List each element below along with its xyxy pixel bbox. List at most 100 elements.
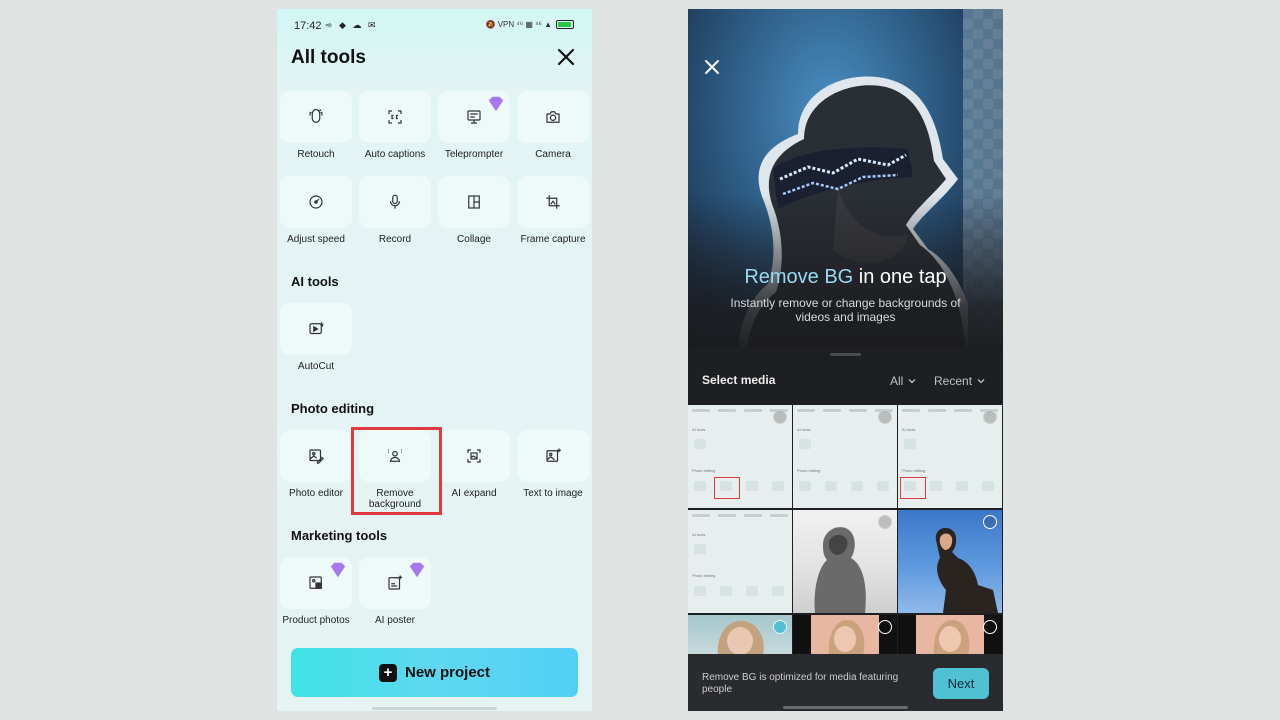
tool-label: AI expand bbox=[451, 488, 497, 499]
select-checkbox[interactable] bbox=[878, 620, 892, 634]
status-network-text: 🔕 VPN ⁴⁶ ▦ ⁴⁶ ▲ bbox=[485, 20, 552, 29]
teleprompter-icon bbox=[438, 91, 510, 143]
tool-label: AI poster bbox=[374, 615, 416, 626]
sheet-title: Select media bbox=[702, 373, 776, 387]
filter-sort-label: Recent bbox=[934, 374, 973, 388]
select-checkbox[interactable] bbox=[983, 515, 997, 529]
product-photos-icon bbox=[280, 557, 352, 609]
tool-adjust-speed[interactable]: Adjust speed bbox=[280, 176, 354, 245]
remove-background-icon bbox=[359, 430, 431, 482]
optimization-hint: Remove BG is optimized for media featuri… bbox=[702, 672, 899, 695]
new-project-button[interactable]: + New project bbox=[291, 648, 578, 697]
media-thumbnail[interactable] bbox=[898, 615, 1002, 655]
all-tools-screen: 17:42 ➾ ◆ ☁ ✉ 🔕 VPN ⁴⁶ ▦ ⁴⁶ ▲ All tools … bbox=[277, 9, 592, 711]
premium-gem-icon bbox=[330, 562, 346, 578]
media-thumbnail[interactable]: AI tools Photo editing bbox=[898, 405, 1002, 508]
media-thumbnail[interactable] bbox=[793, 615, 897, 655]
collage-icon bbox=[438, 176, 510, 228]
filter-sort[interactable]: Recent bbox=[934, 374, 986, 388]
tool-camera[interactable]: Camera bbox=[517, 91, 591, 160]
premium-gem-icon bbox=[488, 96, 504, 112]
hero-title-rest: in one tap bbox=[853, 266, 947, 288]
status-bar: 17:42 ➾ ◆ ☁ ✉ 🔕 VPN ⁴⁶ ▦ ⁴⁶ ▲ bbox=[277, 9, 592, 43]
tool-collage[interactable]: Collage bbox=[438, 176, 512, 245]
media-thumbnail[interactable] bbox=[898, 510, 1002, 613]
select-checkbox[interactable] bbox=[773, 410, 787, 424]
ai-expand-icon bbox=[438, 430, 510, 482]
select-checkbox[interactable] bbox=[983, 620, 997, 634]
chevron-down-icon bbox=[977, 379, 985, 384]
section-title-marketing-tools: Marketing tools bbox=[291, 528, 388, 543]
tool-label: Adjust speed bbox=[287, 234, 345, 245]
next-button[interactable]: Next bbox=[933, 668, 989, 699]
frame-capture-icon bbox=[517, 176, 589, 228]
tool-teleprompter[interactable]: Teleprompter bbox=[438, 91, 512, 160]
section-title-ai-tools: AI tools bbox=[291, 274, 339, 289]
status-time: 17:42 bbox=[294, 20, 322, 32]
premium-gem-icon bbox=[409, 562, 425, 578]
status-notification-icons: ➾ ◆ ☁ ✉ bbox=[325, 20, 378, 30]
tool-auto-captions[interactable]: Auto captions bbox=[359, 91, 433, 160]
status-indicators: 🔕 VPN ⁴⁶ ▦ ⁴⁶ ▲ bbox=[486, 20, 574, 29]
speed-icon bbox=[280, 176, 352, 228]
retouch-icon bbox=[280, 91, 352, 143]
battery-icon bbox=[556, 20, 574, 29]
media-thumbnail[interactable]: AI tools Photo editing bbox=[793, 405, 897, 508]
close-icon[interactable] bbox=[554, 45, 578, 69]
media-thumbnail[interactable] bbox=[793, 510, 897, 613]
hero-banner: Remove BG in one tap Instantly remove or… bbox=[688, 9, 1003, 354]
home-indicator bbox=[783, 706, 908, 709]
close-icon[interactable] bbox=[702, 57, 722, 77]
tool-label: Product photos bbox=[282, 615, 350, 626]
select-checkbox[interactable] bbox=[773, 620, 787, 634]
hero-title-accent: Remove BG bbox=[744, 266, 854, 288]
text-to-image-icon bbox=[517, 430, 589, 482]
captions-icon bbox=[359, 91, 431, 143]
media-thumbnail[interactable]: AI tools Photo editing bbox=[688, 405, 792, 508]
tool-ai-poster[interactable]: AI poster bbox=[359, 557, 433, 626]
filter-media-type[interactable]: All bbox=[890, 374, 917, 388]
select-checkbox[interactable] bbox=[983, 410, 997, 424]
media-thumbnail[interactable] bbox=[688, 615, 792, 655]
autocut-icon bbox=[280, 303, 352, 355]
tool-product-photos[interactable]: Product photos bbox=[280, 557, 354, 626]
tool-label: Collage bbox=[457, 234, 491, 245]
tool-label: Camera bbox=[535, 149, 571, 160]
tool-label: Remove background bbox=[368, 488, 422, 510]
hero-subtitle: Instantly remove or change backgrounds o… bbox=[730, 296, 961, 324]
tool-photo-editor[interactable]: Photo editor bbox=[280, 430, 354, 499]
tool-label: Auto captions bbox=[364, 149, 426, 160]
camera-icon bbox=[517, 91, 589, 143]
microphone-icon bbox=[359, 176, 431, 228]
tool-ai-expand[interactable]: AI expand bbox=[438, 430, 512, 499]
tool-label: Record bbox=[378, 234, 412, 245]
bottom-action-bar: Remove BG is optimized for media featuri… bbox=[688, 654, 1003, 711]
chevron-down-icon bbox=[908, 379, 916, 384]
select-checkbox[interactable] bbox=[878, 515, 892, 529]
tool-label: Teleprompter bbox=[444, 149, 504, 160]
select-checkbox[interactable] bbox=[878, 410, 892, 424]
new-project-label: New project bbox=[404, 664, 491, 681]
tool-retouch[interactable]: Retouch bbox=[280, 91, 354, 160]
filter-media-type-label: All bbox=[890, 374, 904, 388]
hero-title: Remove BG in one tap bbox=[688, 266, 1003, 289]
tool-frame-capture[interactable]: Frame capture bbox=[517, 176, 591, 245]
tool-remove-background[interactable]: Remove background bbox=[359, 430, 433, 510]
page-title: All tools bbox=[291, 47, 366, 68]
ai-poster-icon bbox=[359, 557, 431, 609]
tool-label: Retouch bbox=[297, 149, 335, 160]
section-title-photo-editing: Photo editing bbox=[291, 401, 375, 416]
tool-label: Frame capture bbox=[520, 234, 586, 245]
tool-label: Text to image bbox=[523, 488, 583, 499]
plus-icon: + bbox=[378, 663, 397, 682]
sheet-drag-handle[interactable] bbox=[830, 353, 861, 356]
tool-text-to-image[interactable]: Text to image bbox=[517, 430, 591, 499]
media-thumbnail[interactable]: AI tools Photo editing bbox=[688, 510, 792, 613]
remove-bg-screen: Remove BG in one tap Instantly remove or… bbox=[688, 9, 1003, 711]
tool-autocut[interactable]: AutoCut bbox=[280, 303, 354, 372]
tool-record[interactable]: Record bbox=[359, 176, 433, 245]
tool-label: Photo editor bbox=[289, 488, 343, 499]
home-indicator bbox=[372, 707, 497, 710]
photo-editor-icon bbox=[280, 430, 352, 482]
tool-label: AutoCut bbox=[297, 361, 335, 372]
